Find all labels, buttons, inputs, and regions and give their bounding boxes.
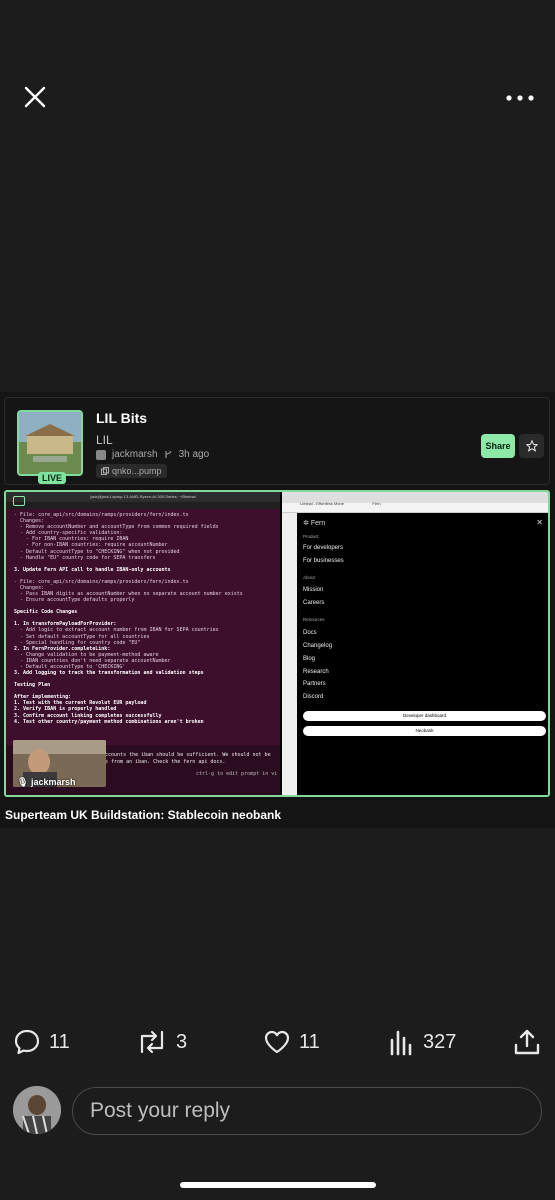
fern-link-businesses: For businesses	[303, 558, 344, 564]
share-button[interactable]	[513, 1028, 541, 1056]
fern-link-research: Research	[303, 669, 329, 675]
terminal-hint: ctrl-g to edit prompt in vi	[196, 771, 278, 777]
author-avatar	[96, 449, 106, 460]
stream-subtitle: LIL	[96, 433, 113, 447]
fern-dashboard-button: Developer dashboard	[303, 711, 546, 721]
more-horizontal-icon	[506, 95, 534, 101]
share-stream-button[interactable]: Share	[481, 434, 515, 458]
author-name[interactable]: jackmarsh	[112, 449, 158, 460]
terminal-tabs	[6, 502, 280, 509]
views-icon	[390, 1030, 412, 1056]
stream-info-panel[interactable]: LIVE LIL Bits LIL jackmarsh 3h ago qnko.…	[4, 397, 550, 485]
microphone-icon: 🎙	[17, 777, 29, 787]
browser-tab-2: Fern	[372, 501, 381, 506]
fern-close-icon: ✕	[536, 518, 543, 527]
fern-link-blog: Blog	[303, 656, 316, 662]
browser-url-bar: fernhq.com	[282, 503, 548, 517]
terminal-line: 4. Test other country/payment method com…	[14, 718, 204, 725]
thumbnail-image	[19, 412, 81, 474]
contract-chip[interactable]: qnko...pump	[96, 464, 167, 478]
heart-icon	[264, 1030, 290, 1054]
views-count: 327	[423, 1030, 457, 1053]
stream-title: LIL Bits	[96, 410, 148, 426]
share-icon	[514, 1029, 540, 1055]
copy-icon	[101, 467, 109, 475]
post-caption: Superteam UK Buildstation: Stablecoin ne…	[5, 808, 282, 822]
reply-input[interactable]	[72, 1087, 542, 1135]
close-icon	[24, 86, 46, 108]
like-button[interactable]: 11	[263, 1028, 320, 1056]
streamer-label: 🎙 jackmarsh	[17, 777, 75, 788]
stream-meta: jackmarsh 3h ago	[96, 449, 209, 460]
terminal-title: jack@jack-Laptop-13-AMD-Ryzen-AI-300-Ser…	[6, 492, 280, 502]
star-icon	[525, 440, 538, 452]
media-card: LIVE LIL Bits LIL jackmarsh 3h ago qnko.…	[0, 392, 555, 828]
fern-link-discord: Discord	[303, 694, 324, 700]
browser-sidebar	[282, 513, 297, 795]
stream-thumbnail[interactable]	[17, 410, 83, 476]
repost-count: 3	[176, 1030, 188, 1053]
home-indicator	[180, 1182, 376, 1188]
avatar[interactable]	[13, 1086, 61, 1134]
fern-link-partners: Partners	[303, 681, 326, 687]
top-bar	[0, 0, 555, 200]
reply-icon	[14, 1029, 40, 1055]
stream-record-icon	[13, 496, 25, 506]
views-button[interactable]: 327	[389, 1028, 456, 1056]
terminal-prompt-line-1: accounts the iban should be sufficient. …	[102, 752, 271, 758]
fern-neobank-button: Neobank	[303, 726, 546, 736]
repost-icon	[140, 1030, 164, 1054]
fern-logo: ✲ Fern	[303, 520, 326, 527]
more-button[interactable]	[505, 88, 535, 108]
fern-about-heading: About	[303, 575, 315, 580]
engagement-bar: 11 3 11 327	[0, 1028, 555, 1068]
close-button[interactable]	[20, 82, 50, 112]
avatar-image	[13, 1086, 61, 1134]
post-time: 3h ago	[178, 449, 210, 460]
favorite-button[interactable]	[519, 434, 544, 458]
fern-link-careers: Careers	[303, 600, 325, 606]
fern-link-docs: Docs	[303, 630, 317, 636]
repost-button[interactable]: 3	[136, 1028, 187, 1056]
like-count: 11	[299, 1030, 320, 1053]
reply-count: 11	[49, 1030, 70, 1053]
browser-tabs: Liminal - Effortless Mone Fern	[282, 492, 548, 506]
streamer-name: jackmarsh	[30, 777, 76, 787]
fern-resources-heading: Resources	[303, 617, 325, 622]
branch-icon	[165, 450, 172, 458]
reply-button[interactable]: 11	[13, 1028, 70, 1056]
fern-link-developers: For developers	[303, 545, 344, 551]
fern-link-mission: Mission	[303, 587, 324, 593]
fern-link-changelog: Changelog	[303, 643, 333, 649]
stream-video[interactable]: jack@jack-Laptop-13-AMD-Ryzen-AI-300-Ser…	[4, 490, 550, 797]
terminal-prompt-line-2: ls from an iban. Check the fern api docs…	[102, 759, 226, 765]
fern-site: ✲ Fern ✕ Product For developers For busi…	[297, 513, 548, 795]
browser-window: Liminal - Effortless Mone Fern fernhq.co…	[282, 492, 548, 795]
reply-composer	[0, 1082, 555, 1142]
fern-product-heading: Product	[303, 534, 319, 539]
terminal-output: - File: core_api/src/domains/ramps/provi…	[6, 509, 280, 728]
contract-address: qnko...pump	[112, 466, 162, 476]
live-badge: LIVE	[38, 472, 67, 484]
